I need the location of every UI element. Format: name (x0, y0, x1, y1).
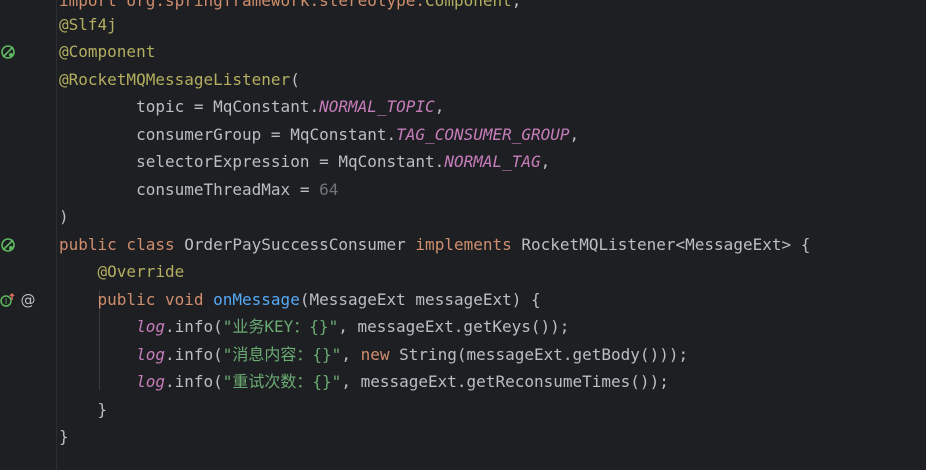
code-line[interactable]: @Slf4j (59, 11, 117, 38)
code-token: topic = MqConstant. (59, 97, 320, 116)
code-line[interactable]: @Override (59, 258, 185, 285)
code-token: "业务KEY：{}" (222, 317, 339, 336)
code-token: Component (425, 0, 512, 10)
code-line[interactable]: log.info("消息内容：{}", new String(messageEx… (59, 341, 688, 368)
code-token: .info( (164, 317, 223, 336)
code-token: , (434, 97, 445, 116)
code-line[interactable]: consumeThreadMax = 64 (59, 176, 338, 203)
code-line[interactable]: public void onMessage(MessageExt message… (59, 286, 541, 313)
code-token: (MessageExt messageExt) { (299, 290, 541, 309)
svg-text:@: @ (21, 292, 36, 308)
code-token: } (59, 427, 69, 446)
code-token: OrderPaySuccessConsumer (184, 235, 416, 254)
code-token: selectorExpression = MqConstant. (59, 152, 445, 171)
code-token: import org.springframework.stereotype. (59, 0, 426, 10)
code-token: consumeThreadMax = (59, 180, 320, 199)
code-token: public void (97, 290, 214, 309)
code-line[interactable]: } (59, 423, 69, 450)
svg-text:I: I (5, 297, 7, 306)
editor-gutter[interactable]: I @ (0, 0, 57, 470)
code-token: , (341, 345, 361, 364)
code-line[interactable]: } (59, 396, 108, 423)
code-token: ; (511, 0, 522, 10)
code-line[interactable]: import org.springframework.stereotype.Co… (59, 0, 521, 14)
code-token: log (136, 345, 165, 364)
code-token: RocketMQListener<MessageExt> { (521, 235, 811, 254)
code-token: , messageExt.getKeys()); (338, 317, 570, 336)
code-token: NORMAL_TOPIC (319, 97, 435, 116)
code-token: @Slf4j (59, 15, 117, 34)
code-token: onMessage (213, 290, 300, 309)
code-line[interactable]: @Component (59, 38, 155, 65)
code-token: implements (415, 235, 522, 254)
code-token: @Override (97, 262, 185, 281)
code-token: } (59, 400, 108, 419)
implements-method-icon[interactable]: I (0, 292, 16, 308)
code-token: , messageExt.getReconsumeTimes()); (341, 372, 669, 391)
code-line[interactable]: selectorExpression = MqConstant.NORMAL_T… (59, 148, 550, 175)
code-token: log (136, 317, 165, 336)
code-token: log (136, 372, 165, 391)
code-token: .info( (164, 345, 223, 364)
code-token: 64 (319, 180, 339, 199)
code-token: public class (59, 235, 185, 254)
code-line[interactable]: topic = MqConstant.NORMAL_TOPIC, (59, 93, 444, 120)
code-line[interactable]: log.info("业务KEY：{}", messageExt.getKeys(… (59, 313, 569, 340)
code-line[interactable]: public class OrderPaySuccessConsumer imp… (59, 231, 810, 258)
code-line[interactable]: ) (59, 203, 69, 230)
code-token: ) (59, 207, 69, 226)
code-token: NORMAL_TAG (444, 152, 541, 171)
code-line[interactable]: consumerGroup = MqConstant.TAG_CONSUMER_… (59, 121, 579, 148)
code-token: "消息内容：{}" (222, 345, 342, 364)
code-token: , (540, 152, 551, 171)
code-token: .info( (164, 372, 223, 391)
bean-icon[interactable] (0, 237, 16, 253)
code-token: consumerGroup = MqConstant. (59, 125, 397, 144)
code-token: new (360, 345, 400, 364)
code-token: , (569, 125, 580, 144)
code-token: @Component (59, 42, 156, 61)
code-token: "重试次数：{}" (222, 372, 342, 391)
code-token: TAG_CONSUMER_GROUP (396, 125, 570, 144)
code-area[interactable]: import org.springframework.stereotype.Co… (59, 0, 926, 470)
code-line[interactable]: log.info("重试次数：{}", messageExt.getRecons… (59, 368, 669, 395)
code-token: @RocketMQMessageListener (59, 70, 291, 89)
code-token: String(messageExt.getBody())); (399, 345, 689, 364)
code-editor[interactable]: I @ import org.springframework.stereotyp… (0, 0, 926, 470)
code-token: ( (290, 70, 300, 89)
code-line[interactable]: @RocketMQMessageListener( (59, 66, 300, 93)
annotation-at-icon[interactable]: @ (20, 292, 36, 308)
bean-icon[interactable] (0, 44, 16, 60)
